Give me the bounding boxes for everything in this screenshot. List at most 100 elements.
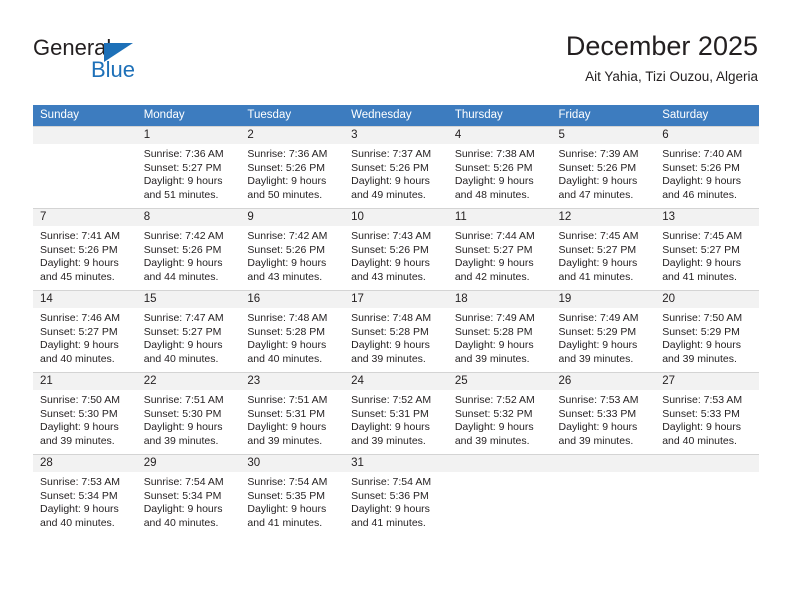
day-cell[interactable]: 28 Sunrise: 7:53 AM Sunset: 5:34 PM Dayligh… [33,454,137,536]
day-detail-line: Sunset: 5:33 PM [558,407,637,420]
day-detail-line: Sunset: 5:30 PM [40,407,118,420]
title-block: December 2025 Ait Yahia, Tizi Ouzou, Alg… [566,30,758,87]
day-detail-line: Sunrise: 7:45 AM [662,230,743,242]
day-cell[interactable]: 7 Sunrise: 7:41 AM Sunset: 5:26 PM Daylight… [33,208,137,290]
day-cell[interactable]: 2 Sunrise: 7:36 AM Sunset: 5:26 PM Daylight… [240,126,345,208]
day-detail-line: Daylight: 9 hours [40,503,119,516]
day-cell-inner: 7 Sunrise: 7:41 AM Sunset: 5:26 PM Daylight… [33,208,137,290]
day-number: 3 [344,127,448,144]
day-details: Sunrise: 7:45 AM Sunset: 5:27 PM Daylight:… [655,226,759,284]
calendar-week-row: 7 Sunrise: 7:41 AM Sunset: 5:26 PM Daylight… [33,208,759,290]
day-cell-inner: 3 Sunrise: 7:37 AM Sunset: 5:26 PM Daylight… [344,126,448,208]
day-cell[interactable]: 8 Sunrise: 7:42 AM Sunset: 5:26 PM Daylight… [136,208,241,290]
calendar-week-row: 1 Sunrise: 7:36 AM Sunset: 5:27 PM Daylight… [33,126,759,208]
day-cell-inner: 22 Sunrise: 7:51 AM Sunset: 5:30 PM Dayligh… [136,372,241,454]
day-cell[interactable]: 23 Sunrise: 7:51 AM Sunset: 5:31 PM Dayligh… [240,372,345,454]
day-cell[interactable]: 12 Sunrise: 7:45 AM Sunset: 5:27 PM Dayligh… [551,208,656,290]
day-number [551,455,656,472]
day-cell[interactable]: 5 Sunrise: 7:39 AM Sunset: 5:26 PM Daylight… [551,126,656,208]
day-detail-line: Sunset: 5:26 PM [558,161,637,174]
day-cell[interactable]: 3 Sunrise: 7:37 AM Sunset: 5:26 PM Daylight… [344,126,448,208]
day-number: 9 [240,209,345,226]
day-details: Sunrise: 7:54 AM Sunset: 5:34 PM Daylight:… [137,472,241,530]
day-detail-line: Sunset: 5:27 PM [558,243,637,256]
day-cell-inner: 11 Sunrise: 7:44 AM Sunset: 5:27 PM Dayligh… [447,208,552,290]
day-cell[interactable]: 26 Sunrise: 7:53 AM Sunset: 5:33 PM Dayligh… [551,372,656,454]
day-detail-line: Daylight: 9 hours [454,339,534,352]
day-detail-line: and 45 minutes. [40,270,115,283]
day-details: Sunrise: 7:42 AM Sunset: 5:26 PM Daylight:… [137,226,241,284]
day-cell[interactable]: 27 Sunrise: 7:53 AM Sunset: 5:33 PM Dayligh… [655,372,759,454]
day-cell-inner: 27 Sunrise: 7:53 AM Sunset: 5:33 PM Dayligh… [655,372,759,454]
day-detail-line: Daylight: 9 hours [662,339,742,352]
day-details: Sunrise: 7:38 AM Sunset: 5:26 PM Daylight:… [448,144,552,202]
day-cell[interactable]: 30 Sunrise: 7:54 AM Sunset: 5:35 PM Dayligh… [240,454,345,536]
day-details: Sunrise: 7:52 AM Sunset: 5:32 PM Daylight:… [448,390,552,448]
day-cell[interactable]: 15 Sunrise: 7:47 AM Sunset: 5:27 PM Dayligh… [136,290,241,372]
day-detail-line: Daylight: 9 hours [558,421,638,434]
day-cell[interactable]: 11 Sunrise: 7:44 AM Sunset: 5:27 PM Dayligh… [447,208,552,290]
day-cell[interactable]: 21 Sunrise: 7:50 AM Sunset: 5:30 PM Dayligh… [33,372,137,454]
weekday-header-sunday: Sunday [33,105,137,126]
empty-day-cell [655,454,759,536]
day-details: Sunrise: 7:45 AM Sunset: 5:27 PM Daylight:… [552,226,656,284]
day-detail-line: Sunrise: 7:51 AM [247,394,328,406]
day-detail-line: Sunrise: 7:50 AM [662,312,743,324]
day-details: Sunrise: 7:39 AM Sunset: 5:26 PM Daylight:… [552,144,656,202]
day-cell-inner: 29 Sunrise: 7:54 AM Sunset: 5:34 PM Dayligh… [136,454,241,536]
calendar-page: General Blue December 2025 Ait Yahia, Ti… [0,0,792,612]
day-cell[interactable]: 6 Sunrise: 7:40 AM Sunset: 5:26 PM Daylight… [655,126,759,208]
general-blue-logo[interactable]: General Blue [33,36,263,88]
day-detail-line: Daylight: 9 hours [351,175,430,188]
day-cell[interactable]: 29 Sunrise: 7:54 AM Sunset: 5:34 PM Dayligh… [136,454,241,536]
day-detail-line: Sunset: 5:26 PM [662,161,740,174]
day-cell[interactable]: 24 Sunrise: 7:52 AM Sunset: 5:31 PM Dayligh… [344,372,448,454]
day-detail-line: Daylight: 9 hours [247,421,327,434]
day-cell[interactable]: 31 Sunrise: 7:54 AM Sunset: 5:36 PM Dayligh… [344,454,448,536]
day-cell[interactable]: 17 Sunrise: 7:48 AM Sunset: 5:28 PM Dayligh… [344,290,448,372]
day-cell[interactable]: 13 Sunrise: 7:45 AM Sunset: 5:27 PM Dayligh… [655,208,759,290]
day-detail-line: Daylight: 9 hours [558,339,638,352]
day-number: 1 [136,127,241,144]
day-details: Sunrise: 7:53 AM Sunset: 5:33 PM Daylight:… [655,390,759,448]
day-cell-inner: 1 Sunrise: 7:36 AM Sunset: 5:27 PM Daylight… [136,126,241,208]
day-detail-line: and 39 minutes. [40,434,115,447]
day-detail-line: Daylight: 9 hours [40,339,119,352]
day-cell[interactable]: 20 Sunrise: 7:50 AM Sunset: 5:29 PM Dayligh… [655,290,759,372]
day-number: 27 [655,373,759,390]
day-cell[interactable]: 16 Sunrise: 7:48 AM Sunset: 5:28 PM Dayligh… [240,290,345,372]
day-detail-line: Sunset: 5:26 PM [40,243,118,256]
day-cell[interactable]: 19 Sunrise: 7:49 AM Sunset: 5:29 PM Dayligh… [551,290,656,372]
day-detail-line: and 43 minutes. [247,270,323,283]
day-detail-line: Sunrise: 7:53 AM [662,394,743,406]
day-cell[interactable]: 14 Sunrise: 7:46 AM Sunset: 5:27 PM Dayligh… [33,290,137,372]
day-cell[interactable]: 18 Sunrise: 7:49 AM Sunset: 5:28 PM Dayligh… [447,290,552,372]
day-details: Sunrise: 7:54 AM Sunset: 5:35 PM Daylight:… [240,472,344,530]
day-detail-line: Sunset: 5:27 PM [454,243,533,256]
day-detail-line: Daylight: 9 hours [351,503,430,516]
day-cell[interactable]: 1 Sunrise: 7:36 AM Sunset: 5:27 PM Daylight… [136,126,241,208]
day-cell[interactable]: 10 Sunrise: 7:43 AM Sunset: 5:26 PM Dayligh… [344,208,448,290]
day-cell-inner: 19 Sunrise: 7:49 AM Sunset: 5:29 PM Dayligh… [551,290,656,372]
day-detail-line: Sunset: 5:27 PM [143,325,222,338]
day-cell[interactable]: 4 Sunrise: 7:38 AM Sunset: 5:26 PM Daylight… [447,126,552,208]
day-cell[interactable]: 22 Sunrise: 7:51 AM Sunset: 5:30 PM Dayligh… [136,372,241,454]
day-detail-line: and 41 minutes. [662,270,737,283]
day-detail-line: Daylight: 9 hours [143,257,223,270]
empty-day-cell [551,454,656,536]
day-detail-line: Daylight: 9 hours [247,339,327,352]
day-detail-line: and 50 minutes. [247,188,323,201]
day-detail-line: Daylight: 9 hours [351,257,430,270]
day-detail-line: Sunrise: 7:54 AM [351,476,432,488]
day-cell[interactable]: 25 Sunrise: 7:52 AM Sunset: 5:32 PM Dayligh… [447,372,552,454]
day-cell[interactable]: 9 Sunrise: 7:42 AM Sunset: 5:26 PM Daylight… [240,208,345,290]
day-detail-line: Daylight: 9 hours [143,503,223,516]
day-detail-line: and 40 minutes. [143,352,219,365]
day-detail-line: Daylight: 9 hours [40,257,119,270]
page-title: December 2025 [565,31,758,61]
day-number: 8 [136,209,241,226]
day-detail-line: and 43 minutes. [351,270,426,283]
day-details: Sunrise: 7:36 AM Sunset: 5:27 PM Daylight:… [137,144,241,202]
calendar-body: 1 Sunrise: 7:36 AM Sunset: 5:27 PM Daylight… [33,126,759,536]
day-detail-line: Sunset: 5:27 PM [143,161,222,174]
